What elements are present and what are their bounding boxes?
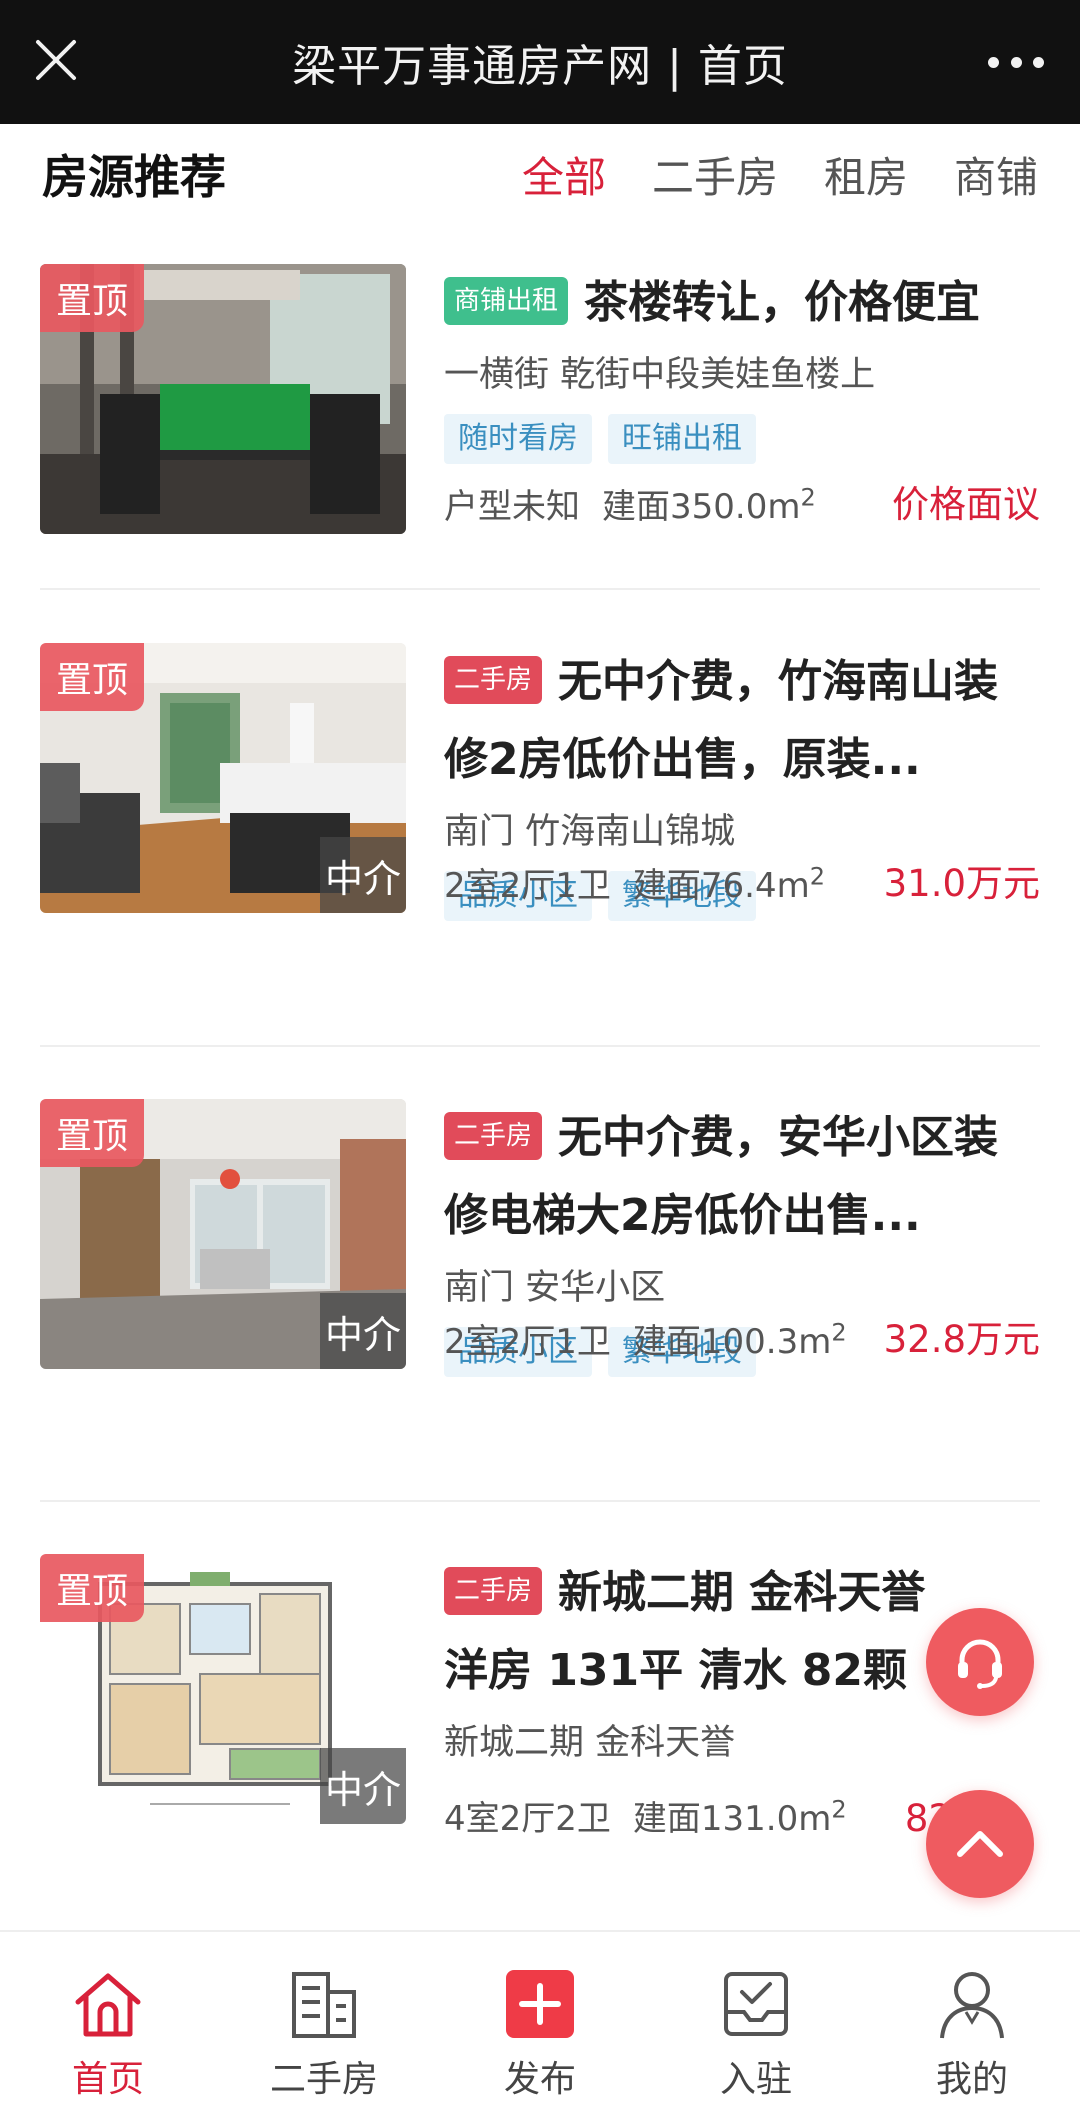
pinned-badge: 置顶 xyxy=(40,1099,144,1167)
agent-badge: 中介 xyxy=(320,1748,406,1824)
page: 梁平万事通房产网 | 首页 房源推荐 全部 二手房 租房 商铺 置顶 商铺出租 … xyxy=(0,0,1080,2109)
floor-area: 建面100.3m2 xyxy=(632,1318,847,1362)
plus-icon xyxy=(506,1970,574,2038)
listing-photo[interactable]: 置顶 xyxy=(40,264,406,534)
agent-badge: 中介 xyxy=(320,1293,406,1369)
listing-info: 二手房 无中介费，安华小区装修电梯大2房低价出售... 南门 安华小区 品质小区 … xyxy=(444,1099,1040,1377)
floor-area: 建面131.0m2 xyxy=(632,1795,847,1839)
listing-title-text: 茶楼转让，价格便宜 xyxy=(584,277,981,328)
nav-label: 入驻 xyxy=(719,2059,792,2100)
listing-location: 一横街 乾街中段美娃鱼楼上 xyxy=(444,355,876,395)
nav-mine[interactable]: 我的 xyxy=(864,1932,1080,2109)
back-to-top-button[interactable] xyxy=(926,1790,1034,1898)
floor-area: 建面76.4m2 xyxy=(632,862,826,906)
listing-meta: 户型未知 建面350.0m2 价格面议 xyxy=(444,474,1040,528)
nav-secondhand[interactable]: 二手房 xyxy=(216,1932,432,2109)
pinned-badge: 置顶 xyxy=(40,643,144,711)
bottom-nav: 首页 二手房 发布 入驻 我的 xyxy=(0,1930,1080,2109)
listing-title[interactable]: 商铺出租 茶楼转让，价格便宜 xyxy=(444,264,1040,342)
listing-card[interactable]: 置顶 中介 二手房新城二期 金科天誉洋房 131平 清水 82颗 ... 新城二… xyxy=(40,1554,1040,1854)
inbox-check-icon xyxy=(724,1972,788,2036)
feature-tags: 随时看房 旺铺出租 xyxy=(444,414,1040,466)
listing-title[interactable]: 二手房 无中介费，安华小区装修电梯大2房低价出售... xyxy=(444,1099,1040,1255)
listing-meta: 2室2厅1卫 建面76.4m2 31.0万元 xyxy=(444,853,1040,907)
customer-service-button[interactable] xyxy=(926,1608,1034,1716)
nav-label: 我的 xyxy=(935,2059,1008,2100)
listing-location: 南门 竹海南山锦城 xyxy=(444,812,736,852)
pinned-badge: 置顶 xyxy=(40,264,144,332)
listing-photo[interactable]: 置顶 中介 xyxy=(40,1099,406,1369)
headset-icon xyxy=(958,1639,1002,1689)
more-dots-icon[interactable] xyxy=(988,42,1044,82)
room-layout: 2室2厅1卫 xyxy=(444,1322,611,1362)
room-layout: 户型未知 xyxy=(444,487,580,527)
filter-tab-secondhand[interactable]: 二手房 xyxy=(652,144,778,205)
page-title: 梁平万事通房产网 | 首页 xyxy=(292,41,788,92)
type-tag: 商铺出租 xyxy=(444,277,569,325)
filter-tab-shop[interactable]: 商铺 xyxy=(954,144,1038,205)
listing-card[interactable]: 置顶 商铺出租 茶楼转让，价格便宜 一横街 乾街中段美娃鱼楼上 随时看房 旺铺出租… xyxy=(40,264,1040,534)
price: 32.8万元 xyxy=(883,1318,1040,1361)
pinned-badge: 置顶 xyxy=(40,1554,144,1622)
price: 价格面议 xyxy=(892,483,1040,526)
filter-tabs: 全部 二手房 租房 商铺 xyxy=(476,144,1038,205)
close-icon[interactable] xyxy=(34,38,78,82)
nav-home[interactable]: 首页 xyxy=(0,1932,216,2109)
divider xyxy=(40,1500,1040,1502)
nav-label: 发布 xyxy=(503,2059,576,2100)
divider xyxy=(40,588,1040,590)
listing-card[interactable]: 置顶 中介 二手房 无中介费，竹海南山装修2房低价出售，原装... 南门 竹海南山… xyxy=(40,643,1040,921)
nav-publish[interactable]: 发布 xyxy=(432,1932,648,2109)
building-icon xyxy=(292,1972,356,2038)
filter-tab-all[interactable]: 全部 xyxy=(522,144,606,205)
listing-location: 南门 安华小区 xyxy=(444,1268,666,1308)
user-icon xyxy=(940,1972,1004,2039)
listing-info: 二手房 无中介费，竹海南山装修2房低价出售，原装... 南门 竹海南山锦城 品质小… xyxy=(444,643,1040,921)
section-title: 房源推荐 xyxy=(42,150,226,204)
agent-badge: 中介 xyxy=(320,837,406,913)
chevron-up-icon xyxy=(957,1831,1003,1857)
listing-card[interactable]: 置顶 中介 二手房 无中介费，安华小区装修电梯大2房低价出售... 南门 安华小区… xyxy=(40,1099,1040,1377)
listing-info: 商铺出租 茶楼转让，价格便宜 一横街 乾街中段美娃鱼楼上 随时看房 旺铺出租 户型… xyxy=(444,264,1040,534)
nav-join[interactable]: 入驻 xyxy=(648,1932,864,2109)
feature-tag: 随时看房 xyxy=(444,414,592,464)
listing-meta: 2室2厅1卫 建面100.3m2 32.8万元 xyxy=(444,1309,1040,1363)
listing-photo[interactable]: 置顶 中介 xyxy=(40,1554,406,1824)
divider xyxy=(40,1045,1040,1047)
title-bar: 梁平万事通房产网 | 首页 xyxy=(0,0,1080,124)
type-tag: 二手房 xyxy=(444,1567,543,1615)
listing-photo[interactable]: 置顶 中介 xyxy=(40,643,406,913)
room-layout: 2室2厅1卫 xyxy=(444,866,611,906)
price: 31.0万元 xyxy=(883,862,1040,905)
nav-label: 二手房 xyxy=(269,2059,378,2100)
room-layout: 4室2厅2卫 xyxy=(444,1799,611,1839)
feature-tag: 旺铺出租 xyxy=(608,414,756,464)
filter-tab-rent[interactable]: 租房 xyxy=(824,144,908,205)
home-icon xyxy=(75,1973,141,2037)
type-tag: 二手房 xyxy=(444,1112,543,1160)
floor-area: 建面350.0m2 xyxy=(602,483,816,527)
listing-location: 新城二期 金科天誉 xyxy=(444,1723,736,1763)
listing-title[interactable]: 二手房 无中介费，竹海南山装修2房低价出售，原装... xyxy=(444,643,1040,799)
section-header: 房源推荐 全部 二手房 租房 商铺 xyxy=(0,124,1080,224)
nav-label: 首页 xyxy=(71,2059,144,2100)
type-tag: 二手房 xyxy=(444,656,543,704)
